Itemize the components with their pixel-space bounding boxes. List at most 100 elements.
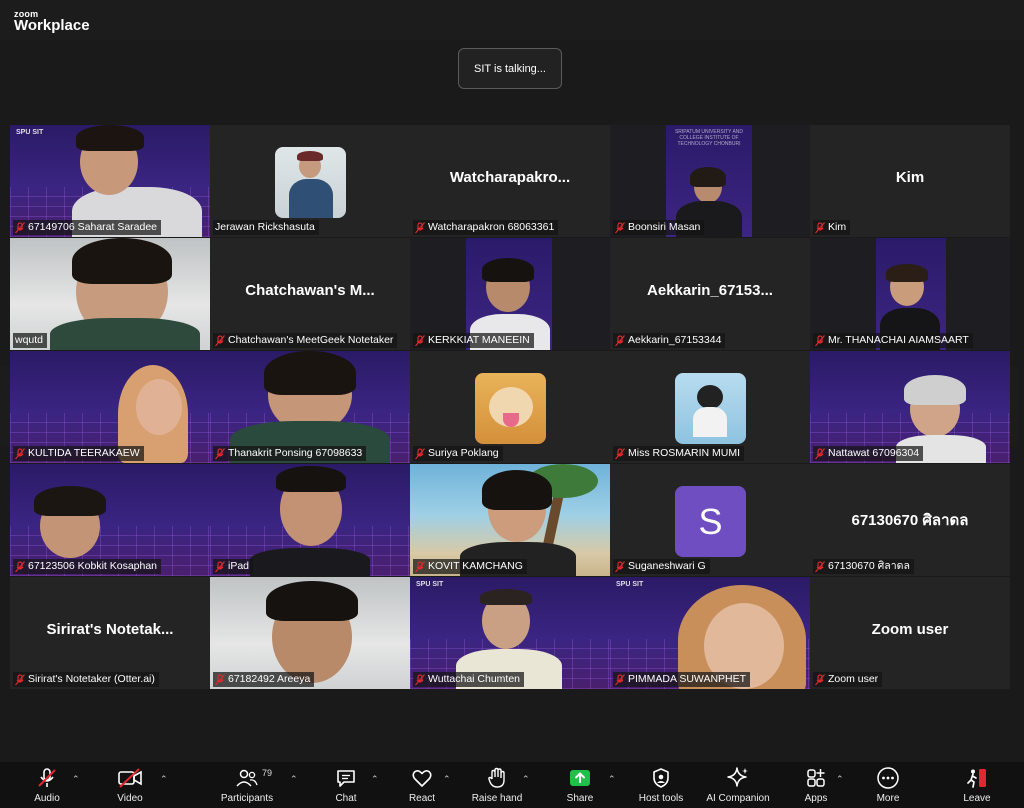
sparkle-icon (700, 766, 776, 790)
participant-tile[interactable]: 67123506 Kobkit Kosaphan (10, 464, 210, 576)
participant-name-label: Mr. THANACHAI AIAMSAART (813, 333, 973, 348)
host-tools-label: Host tools (638, 793, 684, 804)
participant-avatar (275, 147, 346, 218)
participant-tile[interactable]: Kim Kim (810, 125, 1010, 237)
host-tools-button[interactable]: Host tools (632, 766, 690, 808)
participant-tile[interactable]: Sirirat's Notetak... Sirirat's Notetaker… (10, 577, 210, 689)
mic-muted-icon (415, 447, 425, 460)
mic-muted-icon (815, 673, 825, 686)
apps-label: Apps (804, 793, 828, 804)
participant-tile[interactable]: 67182492 Areeya (210, 577, 410, 689)
participant-tile[interactable]: Nattawat 67096304 (810, 351, 1010, 463)
participant-tile[interactable]: SPU SIT 67149706 Saharat Saradee (10, 125, 210, 237)
mic-muted-icon (615, 560, 625, 573)
ai-companion-label: AI Companion (706, 793, 770, 804)
participant-video (136, 379, 182, 435)
participant-name-label: Chatchawan's MeetGeek Notetaker (213, 333, 398, 348)
share-options-chevron-icon[interactable]: ⌃ (608, 774, 616, 785)
leave-door-icon (956, 766, 998, 790)
participant-name-label: 67149706 Saharat Saradee (13, 220, 162, 235)
participant-video (264, 351, 356, 395)
raise-hand-options-chevron-icon[interactable]: ⌃ (522, 774, 530, 785)
participant-tile[interactable]: Miss ROSMARIN MUMI (610, 351, 810, 463)
apps-button[interactable]: Apps (798, 766, 834, 808)
heart-icon (402, 766, 442, 790)
participant-name: 67130670 ศิลาดล (828, 560, 910, 572)
mic-muted-icon (415, 221, 425, 234)
apps-options-chevron-icon[interactable]: ⌃ (836, 774, 844, 785)
participant-tile[interactable]: Thanakrit Ponsing 67098633 (210, 351, 410, 463)
ai-companion-button[interactable]: AI Companion (700, 766, 776, 808)
participant-name: Jerawan Rickshasuta (215, 221, 315, 233)
video-button[interactable]: Video (104, 766, 156, 808)
participant-name-label: Suriya Poklang (413, 446, 503, 461)
participant-display-name: Kim (895, 169, 925, 186)
participant-video (480, 589, 532, 605)
participant-tile[interactable]: Jerawan Rickshasuta (210, 125, 410, 237)
participant-video (904, 375, 966, 405)
participant-tile[interactable]: Mr. THANACHAI AIAMSAART (810, 238, 1010, 350)
share-button[interactable]: Share (560, 766, 600, 808)
chat-options-chevron-icon[interactable]: ⌃ (371, 774, 379, 785)
gallery-view: SPU SIT 67149706 Saharat Saradee Jerawan… (10, 125, 1012, 689)
participant-name: 67182492 Areeya (228, 673, 311, 685)
audio-label: Audio (34, 793, 60, 804)
more-button[interactable]: More (868, 766, 908, 808)
participant-tile[interactable]: SRIPATUM UNIVERSITY AND COLLEGE INSTITUT… (610, 125, 810, 237)
participant-tile[interactable]: KOVIT KAMCHANG (410, 464, 610, 576)
participant-name: KERKKIAT MANEEIN (428, 334, 530, 346)
participant-tile[interactable]: Aekkarin_67153... Aekkarin_67153344 (610, 238, 810, 350)
participant-video (690, 167, 726, 187)
brand-workplace: Workplace (14, 17, 90, 34)
spu-logo: SPU SIT (16, 129, 44, 136)
chat-button[interactable]: Chat (326, 766, 366, 808)
participant-tile[interactable]: Watcharapakro... Watcharapakron 68063361 (410, 125, 610, 237)
participant-name-label: Kim (813, 220, 851, 235)
participant-name: Thanakrit Ponsing 67098633 (228, 447, 363, 459)
avatar-dog (697, 385, 723, 409)
participant-name: KOVIT KAMCHANG (428, 560, 523, 572)
participant-name-label: Sirirat's Notetaker (Otter.ai) (13, 672, 159, 687)
leave-button[interactable]: Leave (956, 766, 998, 808)
participant-video (76, 125, 144, 151)
participant-tile[interactable]: Zoom user Zoom user (810, 577, 1010, 689)
participant-tile[interactable]: 67130670 ศิลาดล 67130670 ศิลาดล (810, 464, 1010, 576)
participant-video (250, 548, 370, 576)
participants-count: 79 (262, 768, 273, 778)
participants-options-chevron-icon[interactable]: ⌃ (290, 774, 298, 785)
participant-tile[interactable]: SPU SIT Wuttachai Chumten (410, 577, 610, 689)
participant-tile[interactable]: Suriya Poklang (410, 351, 610, 463)
participant-name: Boonsiri Masan (628, 221, 701, 233)
participant-name: Aekkarin_67153344 (628, 334, 722, 346)
participant-name-label: 67182492 Areeya (213, 672, 315, 687)
participant-tile[interactable]: KERKKIAT MANEEIN (410, 238, 610, 350)
raise-hand-button[interactable]: Raise hand (466, 766, 528, 808)
participant-tile[interactable]: SPU SIT PIMMADA SUWANPHET (610, 577, 810, 689)
raise-hand-label: Raise hand (471, 793, 523, 804)
participant-tile[interactable]: Chatchawan's M... Chatchawan's MeetGeek … (210, 238, 410, 350)
participant-video (482, 258, 534, 282)
video-label: Video (117, 793, 143, 804)
audio-button[interactable]: Audio (22, 766, 72, 808)
audio-options-chevron-icon[interactable]: ⌃ (72, 774, 80, 785)
avatar-person (289, 179, 333, 218)
react-button[interactable]: React (402, 766, 442, 808)
participant-video (276, 466, 346, 492)
participant-name: Chatchawan's MeetGeek Notetaker (228, 334, 394, 346)
mic-muted-icon (615, 221, 625, 234)
react-label: React (408, 793, 436, 804)
react-options-chevron-icon[interactable]: ⌃ (443, 774, 451, 785)
mic-muted-icon (15, 221, 25, 234)
participant-avatar-letter: S (675, 486, 746, 557)
participant-name: PIMMADA SUWANPHET (628, 673, 747, 685)
participant-tile[interactable]: iPad (210, 464, 410, 576)
participant-tile[interactable]: KULTIDA TEERAKAEW (10, 351, 210, 463)
participant-name: KULTIDA TEERAKAEW (28, 447, 140, 459)
participant-display-name: Sirirat's Notetak... (46, 621, 174, 638)
institute-banner: SRIPATUM UNIVERSITY AND COLLEGE INSTITUT… (674, 129, 744, 147)
video-options-chevron-icon[interactable]: ⌃ (160, 774, 168, 785)
participant-tile[interactable]: S Suganeshwari G (610, 464, 810, 576)
participant-video (266, 581, 358, 621)
participant-tile[interactable]: wqutd (10, 238, 210, 350)
chat-label: Chat (335, 793, 357, 804)
